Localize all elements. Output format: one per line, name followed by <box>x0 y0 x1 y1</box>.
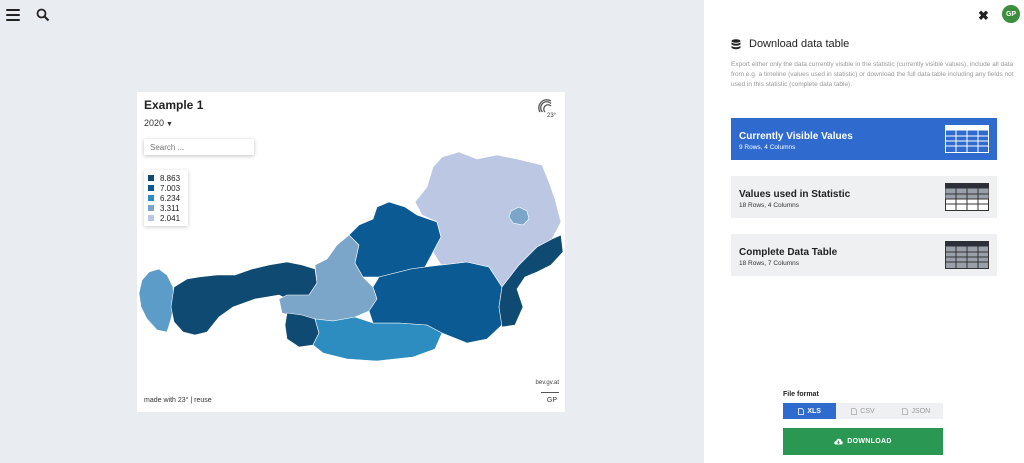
cloud-download-icon <box>834 438 844 445</box>
format-label: CSV <box>860 407 875 415</box>
avatar[interactable]: GP <box>1002 5 1020 23</box>
close-icon[interactable]: ✖ <box>978 8 989 24</box>
svg-text:23°: 23° <box>547 113 557 118</box>
format-xls-button[interactable]: XLS <box>783 403 837 419</box>
year-dropdown[interactable]: 2020 ▼ <box>144 118 173 128</box>
format-label: JSON <box>911 407 931 415</box>
download-button[interactable]: DOWNLOAD <box>783 428 943 455</box>
hamburger-menu-icon[interactable] <box>6 9 20 21</box>
format-label: XLS <box>807 407 821 415</box>
table-icon <box>945 125 989 153</box>
map-title: Example 1 <box>144 98 204 112</box>
table-icon <box>945 241 989 269</box>
download-panel: ✖ GP Download data table Export either o… <box>704 0 1024 463</box>
search-icon[interactable] <box>36 8 50 22</box>
divider <box>541 392 559 393</box>
option-subtitle: 9 Rows, 4 Columns <box>739 144 796 151</box>
table-icon <box>945 183 989 211</box>
panel-description: Export either only the data currently vi… <box>731 61 1014 88</box>
option-title: Values used in Statistic <box>739 189 851 200</box>
option-complete-data-table[interactable]: Complete Data Table 18 Rows, 7 Columns <box>731 234 997 276</box>
panel-header: Download data table <box>731 38 849 50</box>
file-icon <box>798 407 805 415</box>
map-attribution[interactable]: bev.gv.at <box>536 380 559 386</box>
austria-map <box>138 151 564 362</box>
option-subtitle: 18 Rows, 7 Columns <box>739 260 799 267</box>
card-author-badge: GP <box>546 397 557 404</box>
file-format-selector: XLS CSV JSON <box>783 403 943 419</box>
option-title: Currently Visible Values <box>739 131 853 142</box>
option-title: Complete Data Table <box>739 247 838 258</box>
map-card: Example 1 2020▼ 23° 8.863 7.003 6.234 3.… <box>137 92 565 412</box>
option-values-used-in-statistic[interactable]: Values used in Statistic 18 Rows, 4 Colu… <box>731 176 997 218</box>
made-with-footer: made with 23° | reuse <box>144 397 212 404</box>
panel-title: Download data table <box>749 38 850 50</box>
format-csv-button[interactable]: CSV <box>836 403 889 419</box>
download-label: DOWNLOAD <box>847 438 892 445</box>
logo-23-degrees-icon: 23° <box>537 98 557 119</box>
option-subtitle: 18 Rows, 4 Columns <box>739 202 799 209</box>
file-icon <box>851 407 858 415</box>
reuse-link[interactable]: reuse <box>194 397 212 404</box>
option-currently-visible-values[interactable]: Currently Visible Values 9 Rows, 4 Colum… <box>731 118 997 160</box>
file-icon <box>902 407 909 415</box>
year-value: 2020 <box>144 118 165 128</box>
region-vorarlberg[interactable] <box>138 268 175 333</box>
format-json-button[interactable]: JSON <box>890 403 943 419</box>
database-icon <box>731 38 741 49</box>
chevron-down-icon: ▼ <box>166 121 173 128</box>
file-format-label: File format <box>783 391 819 398</box>
made-with-text: made with 23° | <box>144 397 193 404</box>
